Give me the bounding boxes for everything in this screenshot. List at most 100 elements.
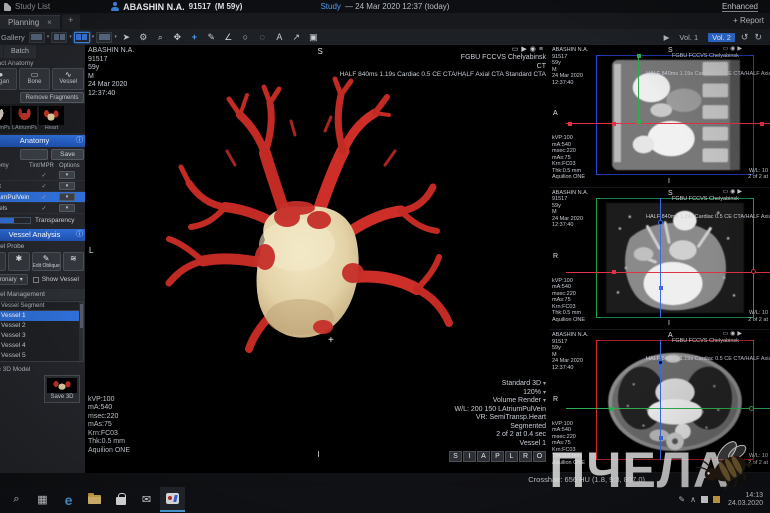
- caret-down-icon[interactable]: ▾: [114, 34, 117, 40]
- viewport-coronal[interactable]: ABASHIN N.A.91517 59yM 24 Mar 202012:37:…: [550, 188, 770, 331]
- show-vessel-option[interactable]: Show Vessel: [33, 276, 79, 283]
- mail-icon[interactable]: ✉: [134, 487, 159, 512]
- line-tool-icon[interactable]: ✎: [204, 30, 219, 44]
- extend-button[interactable]: ✱: [8, 252, 29, 271]
- add-report-button[interactable]: + Report: [733, 16, 764, 25]
- info-icon[interactable]: ⓘ: [76, 135, 83, 147]
- orient-i-button[interactable]: I: [463, 451, 476, 462]
- crosshair-handle[interactable]: [610, 407, 614, 411]
- image-icon[interactable]: ▭: [722, 189, 730, 195]
- pointer-tool-icon[interactable]: ➤: [119, 30, 134, 44]
- crosshair-handle[interactable]: [612, 122, 616, 126]
- layout-3-button-active[interactable]: [74, 32, 90, 43]
- text-tool-icon[interactable]: A: [272, 30, 287, 44]
- task-view-icon[interactable]: ▦: [30, 487, 55, 512]
- options-dropdown[interactable]: ▾: [59, 171, 75, 179]
- play-icon[interactable]: ▶: [521, 46, 529, 53]
- info-icon[interactable]: ⓘ: [76, 229, 83, 241]
- save-button[interactable]: Save: [51, 149, 84, 160]
- crosshair-handle[interactable]: [637, 120, 641, 124]
- scrollbar[interactable]: [79, 302, 83, 361]
- edge-browser-icon[interactable]: e: [56, 487, 81, 512]
- caret-down-icon[interactable]: ▾: [69, 34, 72, 40]
- vessel-row-selected[interactable]: Vessel 1: [0, 311, 83, 321]
- crosshair-handle[interactable]: [568, 122, 572, 126]
- sidebar-tab-batch[interactable]: Batch: [4, 45, 36, 58]
- crosshair-cursor-icon[interactable]: +: [328, 335, 334, 346]
- show-vessel-checkbox[interactable]: [33, 277, 39, 283]
- anatomy-extra-button[interactable]: [20, 149, 48, 160]
- camera-icon[interactable]: ◉: [530, 46, 539, 53]
- anatomy-row[interactable]: Base ✓ ▾: [0, 170, 85, 181]
- bone-button[interactable]: ▭ Bone: [19, 68, 51, 90]
- play-icon[interactable]: ▶: [664, 33, 670, 42]
- render-type-dropdown[interactable]: Volume Render: [493, 397, 541, 404]
- redo-icon[interactable]: ↻: [754, 32, 762, 43]
- crosshair-handle[interactable]: [749, 406, 754, 411]
- vessel-button[interactable]: ∿ Vessel: [52, 68, 84, 90]
- tint-check-icon[interactable]: ✓: [29, 183, 59, 190]
- study-link[interactable]: Study: [320, 2, 340, 11]
- study-list-button[interactable]: Study List: [15, 2, 50, 11]
- tint-check-icon[interactable]: ✓: [29, 194, 59, 201]
- search-icon[interactable]: ⌕: [4, 487, 29, 512]
- arrow-tool-icon[interactable]: ↗: [289, 30, 304, 44]
- render-mode-dropdown[interactable]: Standard 3D: [502, 380, 541, 387]
- vessel-edit-button[interactable]: ≋: [63, 252, 84, 271]
- preset-thumbnail[interactable]: Heart: [39, 106, 64, 132]
- options-dropdown[interactable]: ▾: [59, 182, 75, 190]
- active-app-icon[interactable]: [160, 487, 185, 512]
- caret-down-icon[interactable]: ▾: [92, 34, 95, 40]
- pan-tool-icon[interactable]: ✥: [170, 30, 185, 44]
- crosshair-handle[interactable]: [637, 54, 641, 58]
- edit-oblique-button[interactable]: ✎ Edit Oblique: [32, 252, 61, 271]
- vol-2-button-active[interactable]: Vol. 2: [708, 33, 735, 42]
- vessel-row[interactable]: Vessel 3: [0, 331, 83, 341]
- orient-l-button[interactable]: L: [505, 451, 518, 462]
- layout-2-button[interactable]: [51, 32, 67, 43]
- anatomy-row[interactable]: Vessels ✓ ▾: [0, 203, 85, 214]
- probe-button[interactable]: ◎: [0, 252, 6, 271]
- play-icon[interactable]: ▶: [737, 331, 744, 337]
- angle-tool-icon[interactable]: ∠: [221, 30, 236, 44]
- vessel-row[interactable]: Vessel 5: [0, 351, 83, 361]
- ellipse-tool-icon[interactable]: ○: [238, 30, 253, 44]
- zoom-tool-icon[interactable]: ⌕: [153, 30, 168, 44]
- preset-thumbnail[interactable]: LAtriumPulV: [12, 106, 37, 132]
- undo-icon[interactable]: ↺: [741, 32, 749, 43]
- play-icon[interactable]: ▶: [737, 46, 744, 52]
- remove-fragments-button[interactable]: Remove Fragments: [20, 92, 84, 103]
- viewport-sagittal[interactable]: ABASHIN N.A.91517 59yM 24 Mar 202012:37:…: [550, 45, 770, 188]
- viewport-3d[interactable]: ABASHIN N.A. 91517 59y M 24 Mar 2020 12:…: [85, 45, 550, 473]
- crosshair-handle[interactable]: [612, 270, 616, 274]
- vol-1-button[interactable]: Vol. 1: [675, 33, 702, 42]
- orient-o-button[interactable]: O: [533, 451, 546, 462]
- organ-button[interactable]: ● Organ: [0, 68, 17, 90]
- crosshair-hline-green[interactable]: [566, 408, 770, 409]
- image-icon[interactable]: ▭: [722, 331, 730, 337]
- transparency-slider[interactable]: [0, 217, 31, 224]
- crosshair-handle[interactable]: [760, 122, 764, 126]
- orient-a-button[interactable]: A: [477, 451, 490, 462]
- crosshair-hline-red[interactable]: [566, 272, 770, 273]
- layout-1-button[interactable]: [29, 32, 45, 43]
- menu-icon[interactable]: ≡: [539, 46, 546, 53]
- store-icon[interactable]: [108, 487, 133, 512]
- crosshair-handle[interactable]: [659, 436, 663, 440]
- orient-r-button[interactable]: R: [519, 451, 532, 462]
- tint-check-icon[interactable]: ✓: [29, 172, 59, 179]
- image-icon[interactable]: ▭: [512, 46, 522, 53]
- zoom-level-dropdown[interactable]: 120%: [523, 389, 541, 396]
- crosshair-handle[interactable]: [659, 286, 663, 290]
- crosshair-tool-icon[interactable]: +: [187, 30, 202, 44]
- image-icon[interactable]: ▭: [722, 46, 730, 52]
- anatomy-row[interactable]: Heart ✓ ▾: [0, 181, 85, 192]
- tab-planning[interactable]: Planning ×: [0, 15, 60, 29]
- preset-thumbnail[interactable]: LAtriumPulV: [0, 106, 10, 132]
- crosshair-handle[interactable]: [751, 269, 756, 274]
- vessel-row[interactable]: Vessel 2: [0, 321, 83, 331]
- save-3d-button[interactable]: Save 3D: [44, 375, 80, 403]
- freehand-tool-icon[interactable]: ◌: [255, 30, 270, 44]
- enhanced-link[interactable]: Enhanced: [722, 2, 758, 12]
- play-icon[interactable]: ▶: [737, 189, 744, 195]
